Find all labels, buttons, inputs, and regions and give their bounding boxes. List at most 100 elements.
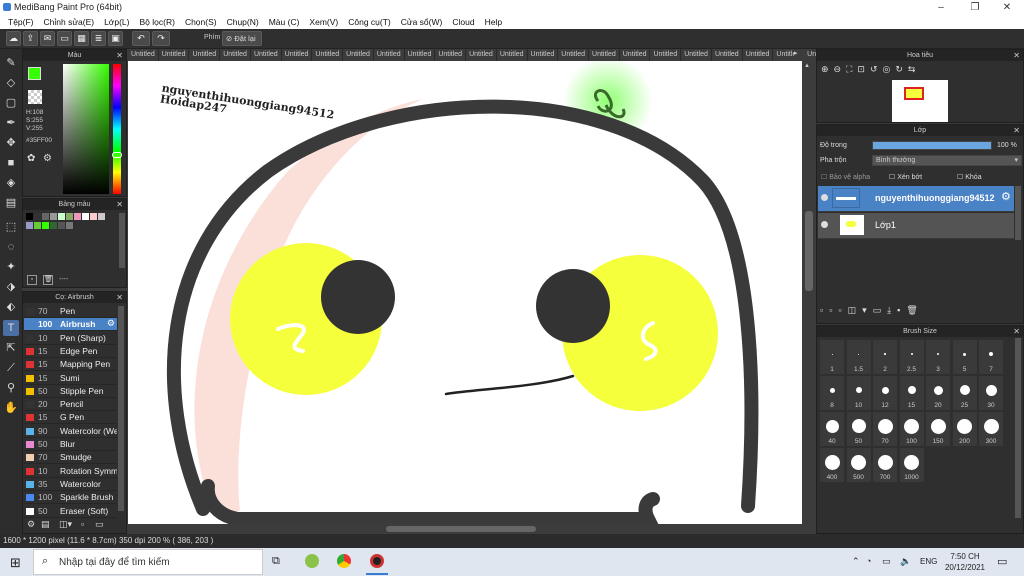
document-tab[interactable]: Untitled [620, 49, 651, 61]
document-tab[interactable]: Untitled [650, 49, 682, 61]
brush-size-preset[interactable]: 10 [846, 376, 871, 410]
close-icon[interactable]: ✕ [116, 50, 123, 61]
document-tab[interactable]: Untitled [712, 49, 743, 61]
lasso-tool-icon[interactable]: ◌ [3, 239, 19, 255]
brush-size-preset[interactable]: 20 [926, 376, 950, 410]
palette-scrollbar[interactable] [119, 213, 125, 268]
brush-size-preset[interactable]: 3 [926, 340, 950, 374]
menu-select[interactable]: Chọn(S) [180, 17, 222, 27]
task-view-icon[interactable]: ⧉ [272, 555, 280, 568]
brush-size-preset[interactable]: 1.5 [846, 340, 871, 374]
select-eraser-tool-icon[interactable]: ⬖ [3, 299, 19, 315]
tray-chevron-icon[interactable]: ⌃ [852, 556, 860, 567]
brush-folder-icon[interactable]: ▤ [41, 519, 50, 530]
drawing-canvas[interactable]: nguyenthihuonggiang94512 Hoidap247 [128, 61, 802, 524]
palette-swatch[interactable] [34, 222, 41, 229]
window-icon[interactable]: ▣ [108, 31, 123, 46]
volume-icon[interactable]: 🔈 [900, 556, 911, 567]
close-icon[interactable]: ✕ [1013, 326, 1020, 337]
reset-button[interactable]: ⊘ Đặt lại [222, 31, 262, 46]
document-tab[interactable]: Untitled [743, 49, 774, 61]
brush-size-preset[interactable]: 1000 [899, 448, 924, 482]
brush-size-preset[interactable]: 15 [899, 376, 924, 410]
brush-size-preset[interactable]: 7 [979, 340, 1003, 374]
opacity-slider[interactable] [872, 141, 992, 150]
palette-swatch[interactable] [26, 213, 33, 220]
layer-settings-icon[interactable]: ⚙ [1001, 190, 1011, 203]
palette-swatch[interactable] [42, 213, 49, 220]
brush-size-preset[interactable]: 500 [846, 448, 871, 482]
input-language[interactable]: ENG [920, 557, 937, 566]
eraser-tool-icon[interactable]: ◇ [3, 75, 19, 91]
close-icon[interactable]: ✕ [116, 292, 123, 303]
maximize-button[interactable]: ❐ [960, 0, 990, 15]
layer-row[interactable]: Lớp1 [818, 213, 1014, 239]
brush-size-preset[interactable]: 300 [979, 412, 1003, 446]
document-tab[interactable]: Untitled [405, 49, 436, 61]
magic-wand-tool-icon[interactable]: ✦ [3, 259, 19, 275]
brush-tool-icon[interactable]: ✎ [3, 55, 19, 71]
brush-size-preset[interactable]: 5 [952, 340, 977, 374]
windows-start-icon[interactable]: ⊞ [10, 555, 21, 571]
close-button[interactable]: ✕ [992, 0, 1022, 15]
palette-swatch[interactable] [58, 222, 65, 229]
brush-size-preset[interactable]: 12 [873, 376, 897, 410]
horizontal-scroll-thumb[interactable] [386, 526, 536, 532]
pen-tool-icon[interactable]: ✒ [3, 115, 19, 131]
menu-edit[interactable]: Chỉnh sửa(E) [39, 17, 100, 27]
brush-size-preset[interactable]: 40 [820, 412, 844, 446]
grid-icon[interactable]: ▦ [74, 31, 89, 46]
gradient-tool-icon[interactable]: ▤ [3, 195, 19, 211]
brush-size-preset[interactable]: 150 [926, 412, 950, 446]
minimize-button[interactable]: – [926, 0, 956, 15]
brush-size-preset[interactable]: 70 [873, 412, 897, 446]
palette-swatch[interactable] [26, 222, 33, 229]
close-icon[interactable]: ✕ [116, 199, 123, 210]
brush-list-item[interactable]: 50 Blur [24, 438, 117, 451]
menu-snap[interactable]: Chụp(N) [222, 17, 264, 27]
document-tab[interactable]: Untitled [220, 49, 251, 61]
rotate-left-icon[interactable]: ↺ [870, 64, 883, 74]
delete-palette-icon[interactable]: 🗑 [43, 275, 53, 285]
document-tab[interactable]: Untitled [804, 49, 816, 61]
color-settings-icon[interactable]: ⚙ [43, 153, 52, 164]
document-tab[interactable]: Untitled [251, 49, 282, 61]
brush-size-preset[interactable]: 200 [952, 412, 977, 446]
reset-view-icon[interactable]: ◎ [883, 64, 896, 74]
select-pen-tool-icon[interactable]: ⬗ [3, 279, 19, 295]
chrome-icon[interactable] [337, 554, 351, 568]
zoom-in-icon[interactable]: ⊕ [821, 64, 834, 74]
brush-list-item[interactable]: 100 Airbrush ⚙ [24, 318, 117, 332]
document-tab[interactable]: Untitled [589, 49, 620, 61]
brush-list-item[interactable]: 10 Rotation Symmetry [24, 465, 117, 478]
foreground-color-swatch[interactable] [28, 67, 41, 80]
eye-icon[interactable] [821, 221, 828, 228]
palette-swatch[interactable] [74, 213, 81, 220]
document-tab[interactable]: Untitled [497, 49, 528, 61]
document-tab[interactable]: Untitled [374, 49, 405, 61]
brush-list-item[interactable]: 15 Mapping Pen [24, 358, 117, 372]
layer-options-icon[interactable]: ▪ [897, 305, 906, 315]
fill-rect-tool-icon[interactable]: ■ [3, 155, 19, 171]
brush-size-preset[interactable]: 8 [820, 376, 844, 410]
redo-icon[interactable]: ↷ [152, 31, 170, 46]
tray-app-icon[interactable]: ◔ [866, 556, 871, 566]
brush-list-item[interactable]: 50 Stipple Pen [24, 385, 117, 398]
horizontal-scrollbar[interactable] [128, 524, 816, 534]
hand-tool-icon[interactable]: ✋ [3, 400, 19, 416]
copy-brush-icon[interactable]: ▫ [81, 519, 84, 529]
menu-layer[interactable]: Lớp(L) [99, 17, 134, 27]
menu-color[interactable]: Màu (C) [264, 17, 305, 27]
transparent-swatch[interactable] [28, 90, 42, 104]
new-palette-icon[interactable]: ▫ [27, 275, 37, 285]
palette-icon[interactable]: ✿ [27, 153, 35, 164]
clipping-checkbox[interactable]: ☐ Xén bớt [889, 173, 922, 181]
layer-menu-icon[interactable]: ◫▾ [848, 305, 873, 315]
menu-window[interactable]: Cửa sổ(W) [396, 17, 448, 27]
medibang-icon[interactable] [370, 554, 384, 568]
delete-layer-icon[interactable]: 🗑 [906, 305, 923, 315]
protect-alpha-checkbox[interactable]: ☐ Bảo vệ alpha [821, 173, 870, 181]
palette-swatch[interactable] [90, 213, 97, 220]
brush-size-preset[interactable]: 25 [952, 376, 977, 410]
document-tab[interactable]: Untitled [159, 49, 190, 61]
